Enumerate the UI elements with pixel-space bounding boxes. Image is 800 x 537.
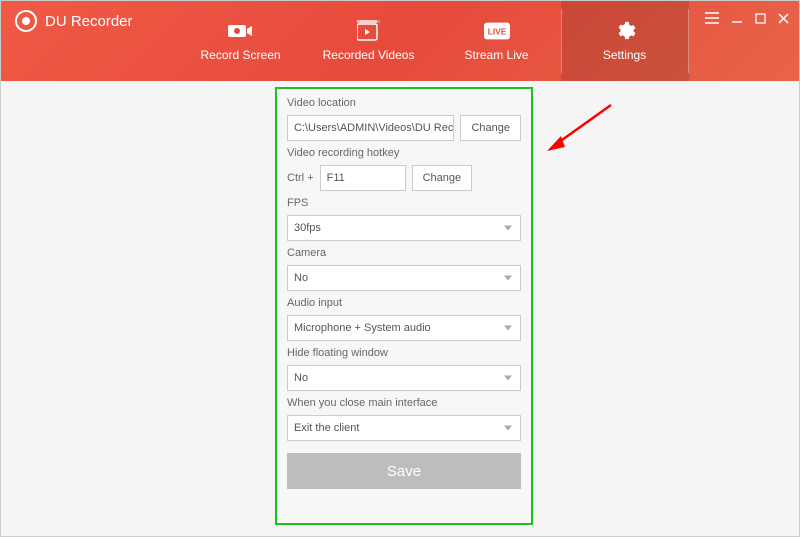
- camera-label: Camera: [287, 247, 521, 259]
- tab-label: Recorded Videos: [323, 48, 415, 62]
- fps-select[interactable]: 30fps: [287, 215, 521, 241]
- save-button-label: Save: [387, 463, 421, 480]
- tab-stream-live[interactable]: LIVE Stream Live: [433, 1, 561, 81]
- minimize-button[interactable]: [731, 11, 743, 27]
- camera-record-icon: [228, 20, 254, 42]
- app-logo-icon: [15, 10, 37, 32]
- audio-label: Audio input: [287, 297, 521, 309]
- audio-select[interactable]: Microphone + System audio: [287, 315, 521, 341]
- hotkey-label: Video recording hotkey: [287, 147, 521, 159]
- gear-icon: [612, 20, 638, 42]
- tab-label: Record Screen: [201, 48, 281, 62]
- hide-window-value: No: [294, 372, 308, 384]
- menu-icon[interactable]: [705, 11, 719, 27]
- main-tabs: Record Screen Recorded Videos LIVE Strea…: [177, 1, 689, 81]
- video-location-label: Video location: [287, 97, 521, 109]
- close-button[interactable]: [778, 11, 789, 27]
- maximize-button[interactable]: [755, 11, 766, 27]
- tab-label: Stream Live: [465, 48, 529, 62]
- save-button[interactable]: Save: [287, 453, 521, 489]
- audio-value: Microphone + System audio: [294, 322, 431, 334]
- video-location-input[interactable]: C:\Users\ADMIN\Videos\DU Recorder: [287, 115, 454, 141]
- tab-label: Settings: [603, 48, 646, 62]
- header: DU Recorder Record Screen Recorded Video…: [1, 1, 799, 81]
- hotkey-modifier-label: Ctrl +: [287, 172, 314, 184]
- fps-label: FPS: [287, 197, 521, 209]
- content-area: Video location C:\Users\ADMIN\Videos\DU …: [1, 81, 799, 536]
- tab-recorded-videos[interactable]: Recorded Videos: [305, 1, 433, 81]
- fps-value: 30fps: [294, 222, 321, 234]
- change-hotkey-button[interactable]: Change: [412, 165, 473, 191]
- tab-settings[interactable]: Settings: [561, 1, 689, 81]
- camera-select[interactable]: No: [287, 265, 521, 291]
- brand: DU Recorder: [1, 1, 147, 41]
- tab-record-screen[interactable]: Record Screen: [177, 1, 305, 81]
- annotation-arrow-icon: [543, 103, 613, 153]
- settings-panel: Video location C:\Users\ADMIN\Videos\DU …: [275, 87, 533, 525]
- window-controls: [705, 11, 789, 27]
- video-library-icon: [356, 20, 382, 42]
- change-location-button[interactable]: Change: [460, 115, 521, 141]
- hide-window-label: Hide floating window: [287, 347, 521, 359]
- hide-window-select[interactable]: No: [287, 365, 521, 391]
- live-badge-icon: LIVE: [484, 20, 510, 42]
- close-behavior-label: When you close main interface: [287, 397, 521, 409]
- close-behavior-select[interactable]: Exit the client: [287, 415, 521, 441]
- hotkey-input[interactable]: F11: [320, 165, 406, 191]
- close-behavior-value: Exit the client: [294, 422, 359, 434]
- svg-text:LIVE: LIVE: [487, 27, 506, 37]
- app-title: DU Recorder: [45, 13, 133, 30]
- camera-value: No: [294, 272, 308, 284]
- app-window: DU Recorder Record Screen Recorded Video…: [0, 0, 800, 537]
